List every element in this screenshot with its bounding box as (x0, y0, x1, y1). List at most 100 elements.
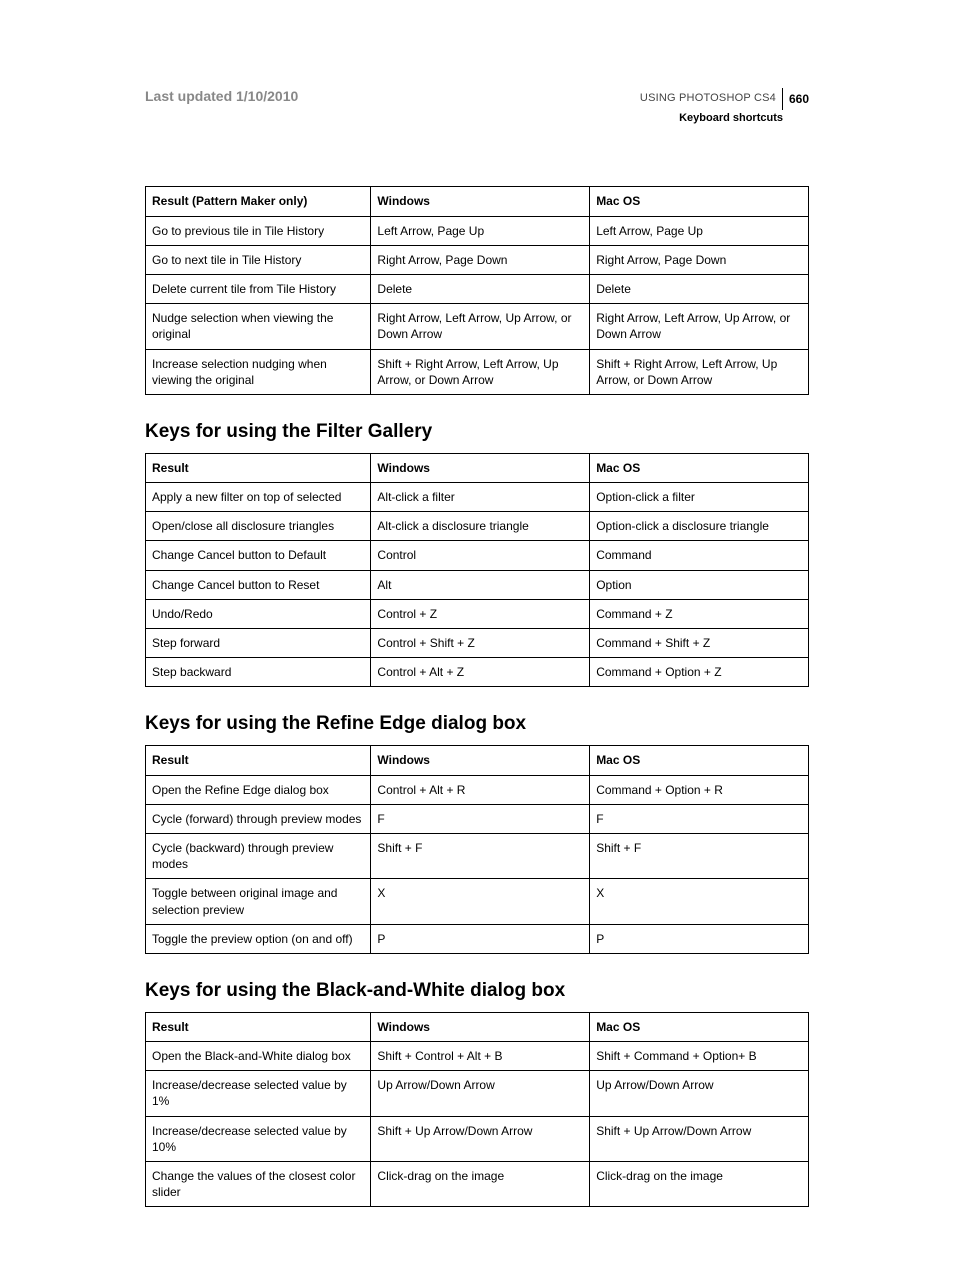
table-row: Change Cancel button to DefaultControlCo… (146, 541, 809, 570)
table-cell: Shift + Control + Alt + B (371, 1042, 590, 1071)
table-cell: Shift + F (590, 833, 809, 878)
table-header-row: ResultWindowsMac OS (146, 453, 809, 482)
table-cell: Right Arrow, Page Down (371, 245, 590, 274)
shortcuts-table: ResultWindowsMac OSOpen the Black-and-Wh… (145, 1012, 809, 1208)
table-row: Delete current tile from Tile HistoryDel… (146, 274, 809, 303)
table-cell: Delete (371, 274, 590, 303)
column-header: Mac OS (590, 187, 809, 216)
table-cell: Alt-click a disclosure triangle (371, 512, 590, 541)
table-cell: Delete current tile from Tile History (146, 274, 371, 303)
table-cell: Open/close all disclosure triangles (146, 512, 371, 541)
table-cell: Shift + Right Arrow, Left Arrow, Up Arro… (371, 349, 590, 394)
table-cell: P (590, 924, 809, 953)
doc-title-line: USING PHOTOSHOP CS4 660 (640, 88, 809, 110)
table-cell: Delete (590, 274, 809, 303)
table-cell: Shift + Up Arrow/Down Arrow (590, 1116, 809, 1161)
table-cell: Shift + F (371, 833, 590, 878)
table-cell: Change the values of the closest color s… (146, 1162, 371, 1207)
column-header: Mac OS (590, 1012, 809, 1041)
table-row: Increase selection nudging when viewing … (146, 349, 809, 394)
table-cell: Control (371, 541, 590, 570)
column-header: Windows (371, 453, 590, 482)
column-header: Result (Pattern Maker only) (146, 187, 371, 216)
section-heading: Keys for using the Black-and-White dialo… (145, 980, 809, 1002)
table-cell: Go to next tile in Tile History (146, 245, 371, 274)
table-cell: Shift + Up Arrow/Down Arrow (371, 1116, 590, 1161)
table-cell: X (371, 879, 590, 924)
table-cell: Increase/decrease selected value by 1% (146, 1071, 371, 1116)
table-cell: Command + Shift + Z (590, 629, 809, 658)
table-row: Change Cancel button to ResetAltOption (146, 570, 809, 599)
table-cell: Command + Option + R (590, 775, 809, 804)
table-cell: Shift + Right Arrow, Left Arrow, Up Arro… (590, 349, 809, 394)
section-heading: Keys for using the Refine Edge dialog bo… (145, 713, 809, 735)
content: Result (Pattern Maker only)WindowsMac OS… (145, 186, 809, 1207)
table-cell: Right Arrow, Left Arrow, Up Arrow, or Do… (371, 304, 590, 349)
table-cell: Step forward (146, 629, 371, 658)
table-cell: Change Cancel button to Reset (146, 570, 371, 599)
table-cell: Control + Alt + R (371, 775, 590, 804)
table-row: Open the Refine Edge dialog boxControl +… (146, 775, 809, 804)
table-cell: Option-click a disclosure triangle (590, 512, 809, 541)
column-header: Result (146, 1012, 371, 1041)
table-row: Cycle (forward) through preview modesFF (146, 804, 809, 833)
table-row: Increase/decrease selected value by 1%Up… (146, 1071, 809, 1116)
table-cell: Go to previous tile in Tile History (146, 216, 371, 245)
table-cell: Command + Z (590, 599, 809, 628)
table-cell: Control + Alt + Z (371, 658, 590, 687)
page-header: Last updated 1/10/2010 USING PHOTOSHOP C… (145, 88, 809, 126)
header-right: USING PHOTOSHOP CS4 660 Keyboard shortcu… (640, 88, 809, 126)
section-name: Keyboard shortcuts (640, 111, 783, 126)
divider (782, 88, 783, 110)
column-header: Windows (371, 187, 590, 216)
table-cell: Alt-click a filter (371, 483, 590, 512)
table-row: Apply a new filter on top of selectedAlt… (146, 483, 809, 512)
table-cell: F (371, 804, 590, 833)
table-cell: Change Cancel button to Default (146, 541, 371, 570)
table-cell: Command + Option + Z (590, 658, 809, 687)
table-row: Go to previous tile in Tile HistoryLeft … (146, 216, 809, 245)
table-row: Step backwardControl + Alt + ZCommand + … (146, 658, 809, 687)
table-row: Go to next tile in Tile HistoryRight Arr… (146, 245, 809, 274)
table-cell: Right Arrow, Page Down (590, 245, 809, 274)
table-cell: Option-click a filter (590, 483, 809, 512)
table-cell: Command (590, 541, 809, 570)
shortcuts-table: ResultWindowsMac OSApply a new filter on… (145, 453, 809, 688)
table-cell: Control + Shift + Z (371, 629, 590, 658)
shortcuts-table: ResultWindowsMac OSOpen the Refine Edge … (145, 745, 809, 954)
table-row: Toggle between original image and select… (146, 879, 809, 924)
table-row: Toggle the preview option (on and off)PP (146, 924, 809, 953)
section-heading: Keys for using the Filter Gallery (145, 421, 809, 443)
table-row: Increase/decrease selected value by 10%S… (146, 1116, 809, 1161)
table-cell: Cycle (backward) through preview modes (146, 833, 371, 878)
table-cell: Control + Z (371, 599, 590, 628)
table-cell: Option (590, 570, 809, 599)
table-cell: Alt (371, 570, 590, 599)
table-row: Cycle (backward) through preview modesSh… (146, 833, 809, 878)
doc-title: USING PHOTOSHOP CS4 (640, 91, 776, 106)
table-cell: Toggle the preview option (on and off) (146, 924, 371, 953)
table-cell: X (590, 879, 809, 924)
page-number: 660 (789, 91, 809, 108)
shortcuts-table: Result (Pattern Maker only)WindowsMac OS… (145, 186, 809, 395)
table-row: Nudge selection when viewing the origina… (146, 304, 809, 349)
table-cell: Up Arrow/Down Arrow (590, 1071, 809, 1116)
table-row: Open/close all disclosure trianglesAlt-c… (146, 512, 809, 541)
table-cell: Right Arrow, Left Arrow, Up Arrow, or Do… (590, 304, 809, 349)
table-cell: Click-drag on the image (371, 1162, 590, 1207)
table-row: Undo/RedoControl + ZCommand + Z (146, 599, 809, 628)
table-row: Step forwardControl + Shift + ZCommand +… (146, 629, 809, 658)
table-row: Change the values of the closest color s… (146, 1162, 809, 1207)
table-cell: Up Arrow/Down Arrow (371, 1071, 590, 1116)
table-cell: P (371, 924, 590, 953)
table-cell: Left Arrow, Page Up (371, 216, 590, 245)
table-cell: Increase/decrease selected value by 10% (146, 1116, 371, 1161)
table-cell: Click-drag on the image (590, 1162, 809, 1207)
column-header: Result (146, 746, 371, 775)
table-cell: Step backward (146, 658, 371, 687)
column-header: Result (146, 453, 371, 482)
table-cell: Open the Black-and-White dialog box (146, 1042, 371, 1071)
table-cell: Toggle between original image and select… (146, 879, 371, 924)
table-cell: Nudge selection when viewing the origina… (146, 304, 371, 349)
table-header-row: ResultWindowsMac OS (146, 746, 809, 775)
